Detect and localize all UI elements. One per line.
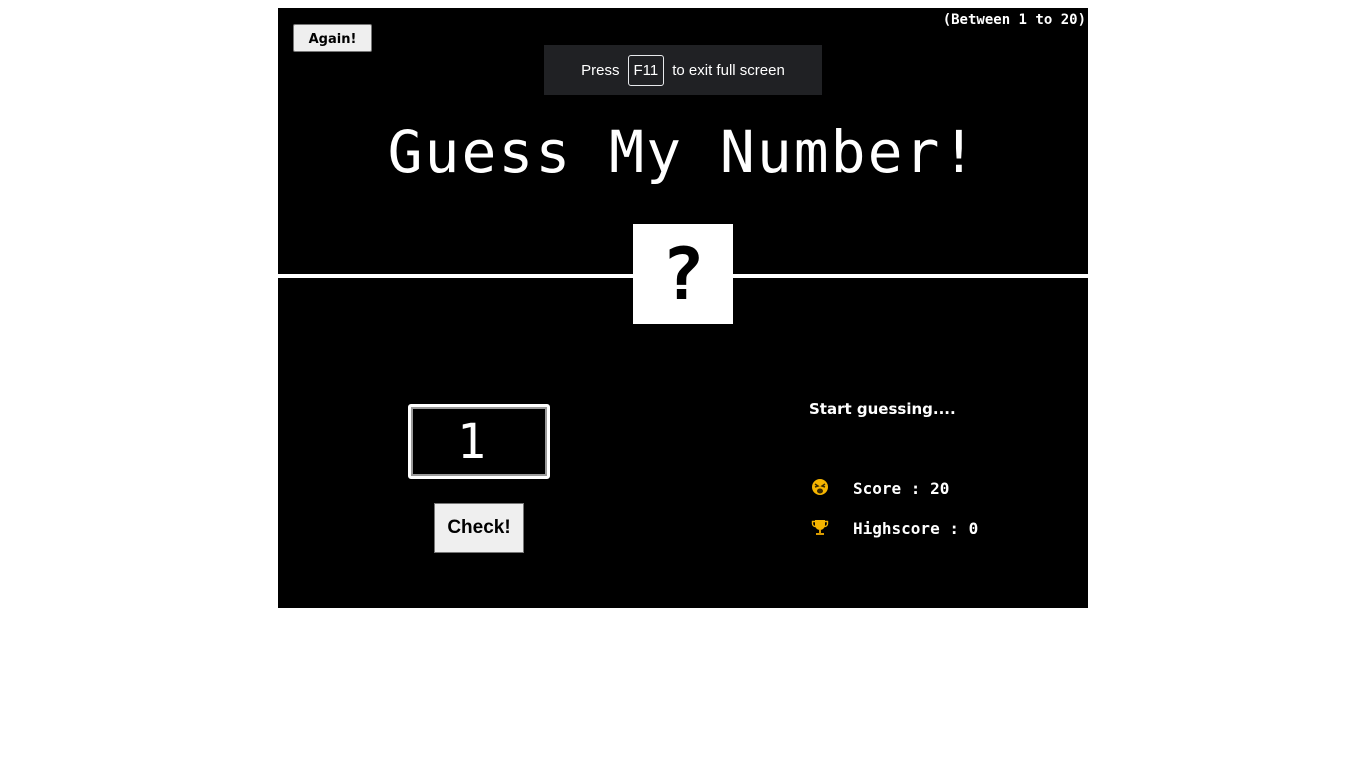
secret-number-box: ? (633, 224, 733, 324)
score-text: Score : 20 (853, 478, 950, 498)
page-title: Guess My Number! (387, 118, 979, 186)
trophy-icon (809, 518, 831, 538)
game-container: Again! (Between 1 to 20) Press F11 to ex… (278, 8, 1088, 608)
again-button[interactable]: Again! (293, 24, 372, 52)
highscore-display: Highscore : 0 (809, 518, 978, 538)
f11-key: F11 (627, 54, 665, 86)
tired-face-icon (809, 478, 831, 498)
status-message: Start guessing.... (809, 400, 956, 418)
range-hint: (Between 1 to 20) (942, 12, 1086, 28)
fullscreen-banner-suffix: to exit full screen (672, 61, 785, 79)
score-display: Score : 20 (809, 478, 949, 498)
check-button[interactable]: Check! (434, 503, 524, 553)
guess-input[interactable] (408, 404, 550, 479)
fullscreen-banner-prefix: Press (581, 61, 620, 79)
highscore-text: Highscore : 0 (853, 518, 979, 538)
fullscreen-banner: Press F11 to exit full screen (544, 45, 822, 95)
